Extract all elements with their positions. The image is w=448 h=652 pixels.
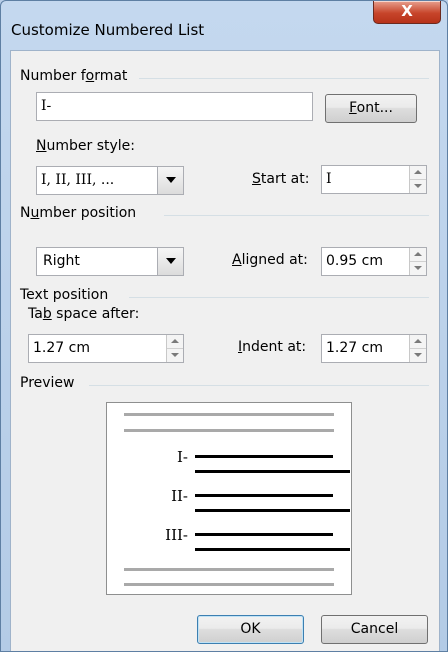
tab-space-after-label: Tab space after: (28, 306, 140, 322)
tab-space-after-value: 1.27 cm (33, 340, 90, 356)
spin-up-icon[interactable] (410, 335, 426, 349)
aligned-at-value: 0.95 cm (326, 253, 383, 269)
spin-control[interactable] (409, 335, 426, 362)
preview-text-line (195, 548, 350, 551)
preview-text-line (195, 470, 350, 473)
preview-number: III- (165, 526, 188, 544)
start-at-value: I (326, 171, 332, 187)
group-separator (164, 215, 429, 216)
tab-space-after-spinner[interactable]: 1.27 cm (28, 334, 184, 363)
preview-pane: I- II- III- (106, 402, 352, 595)
spin-control[interactable] (166, 335, 183, 362)
number-alignment-value: Right (43, 253, 80, 269)
preview-text-line (195, 494, 333, 497)
spin-down-icon[interactable] (167, 349, 183, 363)
preview-number: II- (171, 487, 188, 505)
number-position-group-label: Number position (20, 205, 137, 221)
spin-down-icon[interactable] (410, 349, 426, 363)
preview-text-line (195, 533, 333, 536)
number-style-dropdown[interactable]: I, II, III, ... (36, 166, 184, 195)
number-alignment-dropdown[interactable]: Right (36, 247, 184, 276)
indent-at-label: Indent at: (238, 339, 307, 355)
close-button[interactable]: X (373, 1, 441, 24)
start-at-spinner[interactable]: I (321, 165, 427, 194)
spin-down-icon[interactable] (410, 262, 426, 276)
preview-group-label: Preview (20, 375, 75, 391)
indent-at-value: 1.27 cm (326, 340, 383, 356)
spin-up-icon[interactable] (167, 335, 183, 349)
preview-line-before (124, 429, 334, 432)
aligned-at-spinner[interactable]: 0.95 cm (321, 247, 427, 276)
dialog-body: Number format I- Font... Number style: I… (10, 50, 440, 651)
dialog-title: Customize Numbered List (11, 21, 205, 39)
group-separator (89, 385, 429, 386)
ok-button[interactable]: OK (197, 615, 304, 644)
indent-at-spinner[interactable]: 1.27 cm (321, 334, 427, 363)
preview-line-after (124, 568, 334, 571)
preview-text-line (195, 509, 350, 512)
spin-up-icon[interactable] (410, 166, 426, 180)
start-at-label: Start at: (252, 171, 310, 187)
number-style-value: I, II, III, ... (41, 172, 115, 188)
spin-up-icon[interactable] (410, 248, 426, 262)
spin-control[interactable] (409, 166, 426, 193)
close-icon: X (401, 2, 413, 20)
preview-text-line (195, 455, 333, 458)
text-position-group-label: Text position (20, 287, 109, 303)
chevron-down-icon[interactable] (157, 167, 183, 194)
group-separator (139, 78, 429, 79)
spin-control[interactable] (409, 248, 426, 275)
number-format-input[interactable]: I- (36, 92, 313, 121)
dialog-window: Customize Numbered List X Number format … (0, 0, 448, 652)
preview-line-before (124, 413, 334, 416)
font-button[interactable]: Font... (325, 94, 417, 123)
chevron-down-icon[interactable] (157, 248, 183, 275)
group-separator (129, 297, 429, 298)
number-style-label: Number style: (36, 138, 135, 154)
cancel-button[interactable]: Cancel (321, 615, 428, 644)
preview-line-after (124, 583, 334, 586)
number-format-group-label: Number format (20, 68, 128, 84)
number-format-value: I- (41, 98, 52, 114)
aligned-at-label: Aligned at: (232, 252, 308, 268)
preview-number: I- (177, 448, 188, 466)
spin-down-icon[interactable] (410, 180, 426, 194)
